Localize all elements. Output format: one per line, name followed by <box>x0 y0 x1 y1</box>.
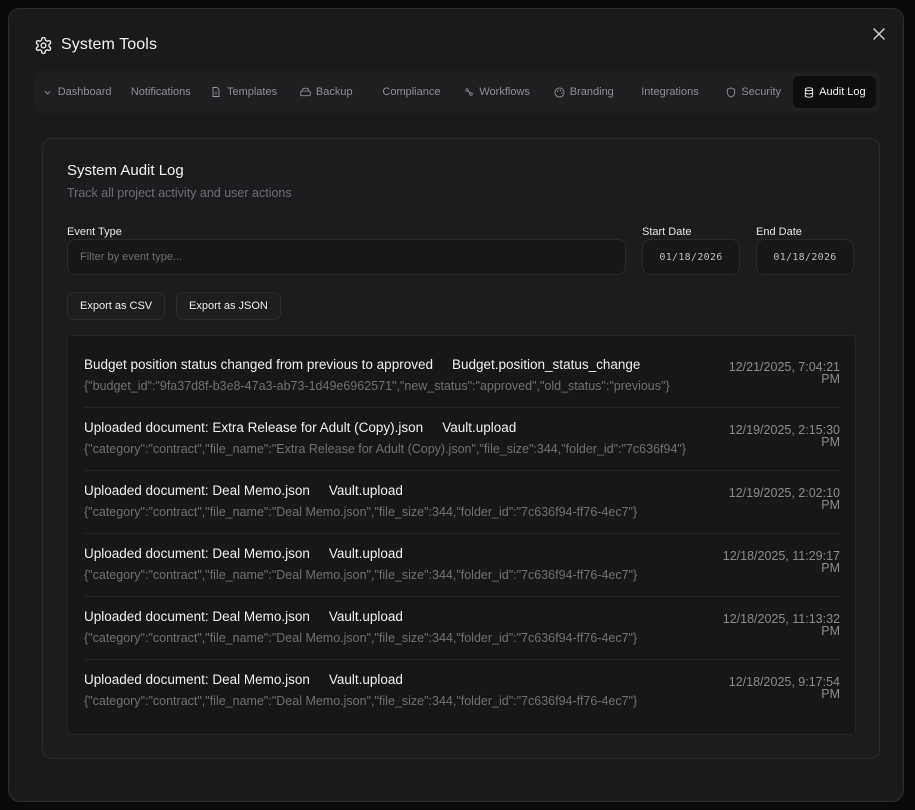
entry-event-type: Vault.upload <box>442 420 517 435</box>
tab-label: Dashboard <box>57 86 112 98</box>
entry-event-type: Vault.upload <box>328 609 403 624</box>
end-date-value: 01/18/2026 <box>773 251 837 263</box>
event-type-input[interactable]: Filter by event type... <box>67 239 626 275</box>
tab-security[interactable]: Security <box>714 76 793 108</box>
palette-icon <box>554 86 565 98</box>
database-icon <box>803 86 814 98</box>
gear-icon <box>34 36 53 55</box>
tab-label: Workflows <box>479 86 530 98</box>
tab-label: Compliance <box>382 86 441 98</box>
entry-description: Uploaded document: Deal Memo.json <box>84 483 310 498</box>
log-entry[interactable]: Budget position status changed from prev… <box>84 345 840 408</box>
entry-header: Uploaded document: Deal Memo.json Vault.… <box>84 483 403 498</box>
audit-log-card: System Audit Log Track all project activ… <box>42 138 880 759</box>
tab-branding[interactable]: Branding <box>541 76 626 108</box>
tab-integrations[interactable]: Integrations <box>626 76 713 108</box>
entry-payload: {"category":"contract","file_name":"Deal… <box>84 694 638 708</box>
dialog-header: System Tools <box>34 35 157 55</box>
card-subtitle: Track all project activity and user acti… <box>67 186 292 200</box>
event-type-placeholder: Filter by event type... <box>80 251 183 263</box>
tab-label: Templates <box>226 86 278 98</box>
entry-payload: {"category":"contract","file_name":"Deal… <box>84 568 638 582</box>
tab-templates[interactable]: Templates <box>206 76 281 108</box>
end-date-label: End Date <box>756 226 802 238</box>
entry-event-type: Vault.upload <box>328 546 403 561</box>
entry-timestamp: 12/18/2025, 11:29:17 PM <box>722 549 840 575</box>
tab-label: Security <box>741 86 782 98</box>
tab-notifications[interactable]: Notifications <box>115 76 206 108</box>
export-json-button[interactable]: Export as JSON <box>176 292 281 320</box>
tab-workflows[interactable]: Workflows <box>452 76 541 108</box>
entry-event-type: Budget.position_status_change <box>451 357 641 372</box>
tab-label: Backup <box>315 86 353 98</box>
entry-timestamp: 12/19/2025, 2:15:30 PM <box>728 423 840 449</box>
entry-timestamp: 12/18/2025, 11:13:32 PM <box>722 612 840 638</box>
entry-description: Uploaded document: Extra Release for Adu… <box>84 420 424 435</box>
entry-payload: {"category":"contract","file_name":"Deal… <box>84 631 638 645</box>
entry-description: Uploaded document: Deal Memo.json <box>84 672 310 687</box>
log-entry[interactable]: Uploaded document: Deal Memo.json Vault.… <box>84 597 840 660</box>
entry-timestamp: 12/21/2025, 7:04:21 PM <box>728 360 840 386</box>
entry-description: Uploaded document: Deal Memo.json <box>84 546 310 561</box>
card-title: System Audit Log <box>67 162 184 179</box>
dashboard-icon <box>42 87 53 98</box>
close-icon <box>873 28 885 40</box>
entry-header: Uploaded document: Deal Memo.json Vault.… <box>84 546 403 561</box>
dialog-title: System Tools <box>61 36 158 53</box>
tab-label: Audit Log <box>819 86 866 98</box>
document-icon <box>211 87 222 98</box>
tab-backup[interactable]: Backup <box>282 76 371 108</box>
entry-header: Uploaded document: Extra Release for Adu… <box>84 420 516 435</box>
start-date-input[interactable]: 01/18/2026 <box>642 239 740 275</box>
entry-header: Uploaded document: Deal Memo.json Vault.… <box>84 672 403 687</box>
export-csv-button[interactable]: Export as CSV <box>67 292 166 320</box>
tab-compliance[interactable]: Compliance <box>371 76 452 108</box>
tab-audit-log[interactable]: Audit Log <box>792 76 877 108</box>
entry-event-type: Vault.upload <box>328 483 403 498</box>
close-button[interactable] <box>871 26 887 42</box>
system-tools-dialog: System Tools Dashboard Notifications Tem… <box>8 8 904 802</box>
log-entry[interactable]: Uploaded document: Extra Release for Adu… <box>84 408 840 471</box>
entry-payload: {"category":"contract","file_name":"Extr… <box>84 442 687 456</box>
log-entry[interactable]: Uploaded document: Deal Memo.json Vault.… <box>84 471 840 534</box>
tab-label: Integrations <box>641 86 699 98</box>
shield-icon <box>725 86 736 98</box>
entry-payload: {"budget_id":"9fa37d8f-b3e8-47a3-ab73-1d… <box>84 379 670 393</box>
entry-timestamp: 12/19/2025, 2:02:10 PM <box>728 486 840 512</box>
entry-event-type: Vault.upload <box>328 672 403 687</box>
start-date-label: Start Date <box>642 226 692 238</box>
entry-payload: {"category":"contract","file_name":"Deal… <box>84 505 638 519</box>
log-entry[interactable]: Uploaded document: Deal Memo.json Vault.… <box>84 660 840 723</box>
entry-header: Budget position status changed from prev… <box>84 357 640 372</box>
tab-dashboard[interactable]: Dashboard <box>38 76 115 108</box>
start-date-value: 01/18/2026 <box>659 251 723 263</box>
audit-log-list[interactable]: Budget position status changed from prev… <box>67 335 856 735</box>
event-type-label: Event Type <box>67 226 122 238</box>
tab-bar: Dashboard Notifications Templates Backup… <box>34 71 880 113</box>
hard-drive-icon <box>300 87 311 98</box>
tab-label: Notifications <box>130 86 191 98</box>
entry-description: Budget position status changed from prev… <box>84 357 433 372</box>
entry-description: Uploaded document: Deal Memo.json <box>84 609 310 624</box>
workflow-icon <box>463 87 474 98</box>
end-date-input[interactable]: 01/18/2026 <box>756 239 854 275</box>
entry-timestamp: 12/18/2025, 9:17:54 PM <box>728 675 840 701</box>
entry-header: Uploaded document: Deal Memo.json Vault.… <box>84 609 403 624</box>
tab-label: Branding <box>569 86 614 98</box>
log-entry[interactable]: Uploaded document: Deal Memo.json Vault.… <box>84 534 840 597</box>
